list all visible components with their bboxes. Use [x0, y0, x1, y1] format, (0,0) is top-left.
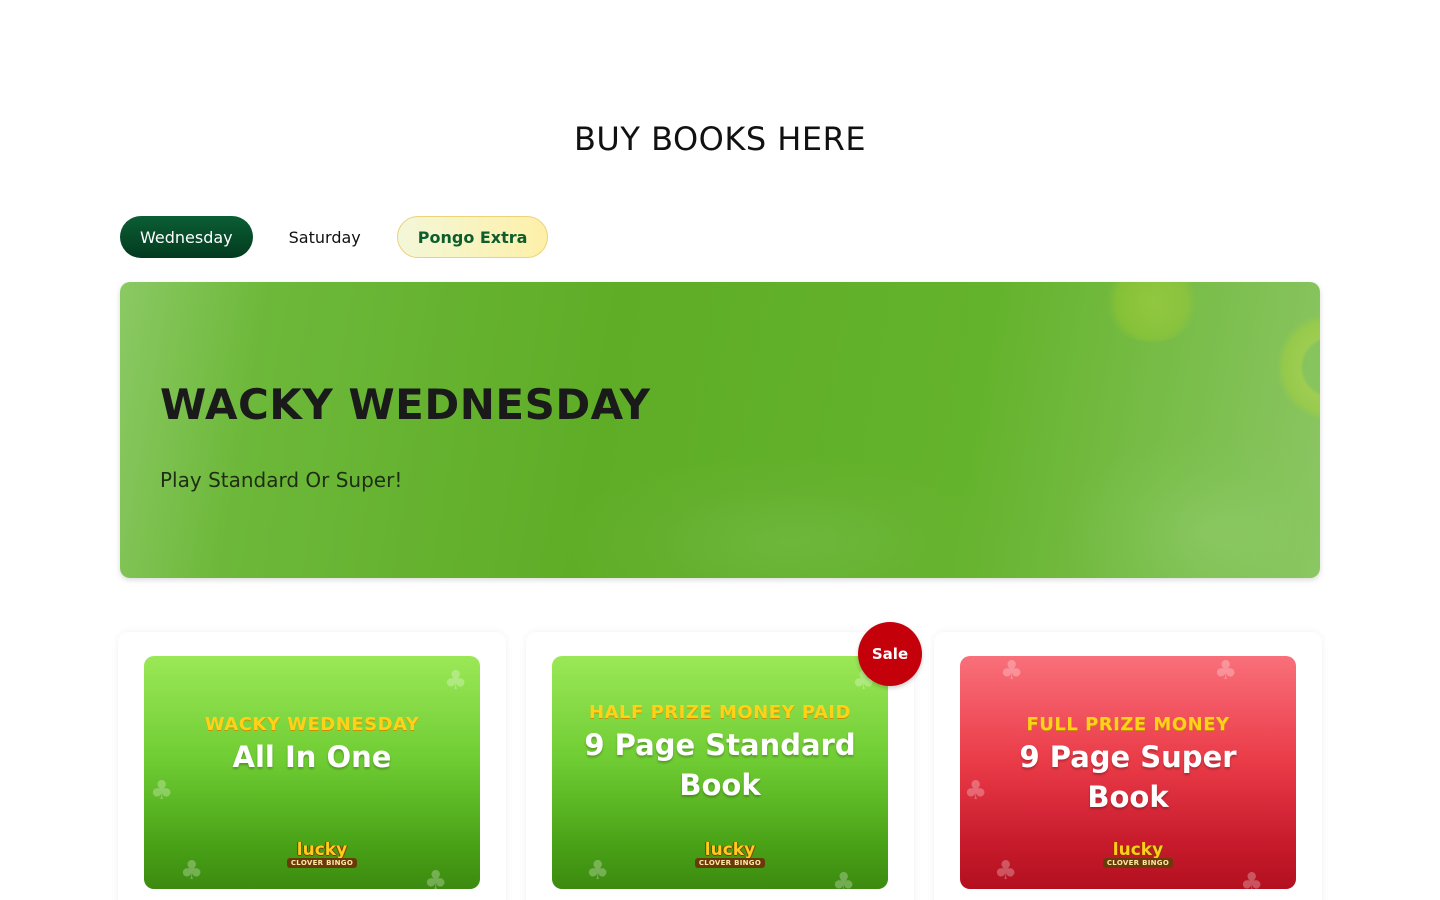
tab-saturday[interactable]: Saturday — [269, 216, 381, 258]
tab-pongo-extra[interactable]: Pongo Extra — [396, 216, 549, 258]
book-cards: ♣ ♣ ♣ ♣ WACKY WEDNESDAY All In One lucky… — [118, 622, 1322, 900]
clover-icon: ♣ — [1240, 868, 1264, 889]
book-card-image: ♣ ♣ ♣ ♣ ♣ FULL PRIZE MONEY 9 Page Super … — [960, 656, 1296, 889]
day-tabs: Wednesday Saturday Pongo Extra — [120, 216, 564, 258]
clover-icon: ♣ — [424, 866, 448, 889]
clover-icon: ♣ — [444, 666, 468, 696]
book-card-all-in-one[interactable]: ♣ ♣ ♣ ♣ WACKY WEDNESDAY All In One lucky… — [118, 632, 506, 900]
book-card-heading: 9 Page Standard Book — [584, 728, 856, 802]
book-card-heading: All In One — [232, 740, 392, 774]
clover-icon: ♣ — [150, 776, 174, 806]
decorative-clover-pile — [1060, 432, 1320, 578]
clover-icon: ♣ — [832, 868, 856, 889]
decorative-coin-icon — [1102, 282, 1202, 342]
page: BUY BOOKS HERE Wednesday Saturday Pongo … — [0, 0, 1440, 900]
clover-icon: ♣ — [994, 856, 1018, 886]
lucky-clover-bingo-logo: lucky CLOVER BINGO — [1100, 835, 1176, 875]
book-card-kicker: FULL PRIZE MONEY — [1026, 714, 1230, 735]
tab-wednesday[interactable]: Wednesday — [120, 216, 253, 258]
sale-badge: Sale — [858, 622, 922, 686]
clover-icon: ♣ — [1214, 656, 1238, 686]
book-card-super[interactable]: ♣ ♣ ♣ ♣ ♣ FULL PRIZE MONEY 9 Page Super … — [934, 632, 1322, 900]
book-card-kicker: WACKY WEDNESDAY — [204, 714, 420, 735]
clover-icon: ♣ — [586, 856, 610, 886]
clover-icon: ♣ — [1000, 656, 1024, 686]
clover-icon: ♣ — [964, 776, 988, 806]
book-card-heading: 9 Page Super Book — [1019, 740, 1237, 814]
book-card-image: ♣ ♣ ♣ HALF PRIZE MONEY PAID 9 Page Stand… — [552, 656, 888, 889]
lucky-clover-bingo-logo: lucky CLOVER BINGO — [692, 835, 768, 875]
decorative-clover-pile — [560, 452, 1020, 578]
clover-icon: ♣ — [180, 856, 204, 886]
book-card-kicker: HALF PRIZE MONEY PAID — [589, 702, 851, 723]
hero-subtitle: Play Standard Or Super! — [160, 468, 403, 492]
lucky-clover-bingo-logo: lucky CLOVER BINGO — [284, 835, 360, 875]
book-card-standard[interactable]: ♣ ♣ ♣ HALF PRIZE MONEY PAID 9 Page Stand… — [526, 622, 922, 900]
book-card-image: ♣ ♣ ♣ ♣ WACKY WEDNESDAY All In One lucky… — [144, 656, 480, 889]
decorative-coin-icon — [1276, 312, 1320, 422]
page-title: BUY BOOKS HERE — [573, 120, 867, 158]
hero-banner: WACKY WEDNESDAY Play Standard Or Super! — [120, 282, 1320, 578]
hero-title: WACKY WEDNESDAY — [160, 380, 651, 429]
